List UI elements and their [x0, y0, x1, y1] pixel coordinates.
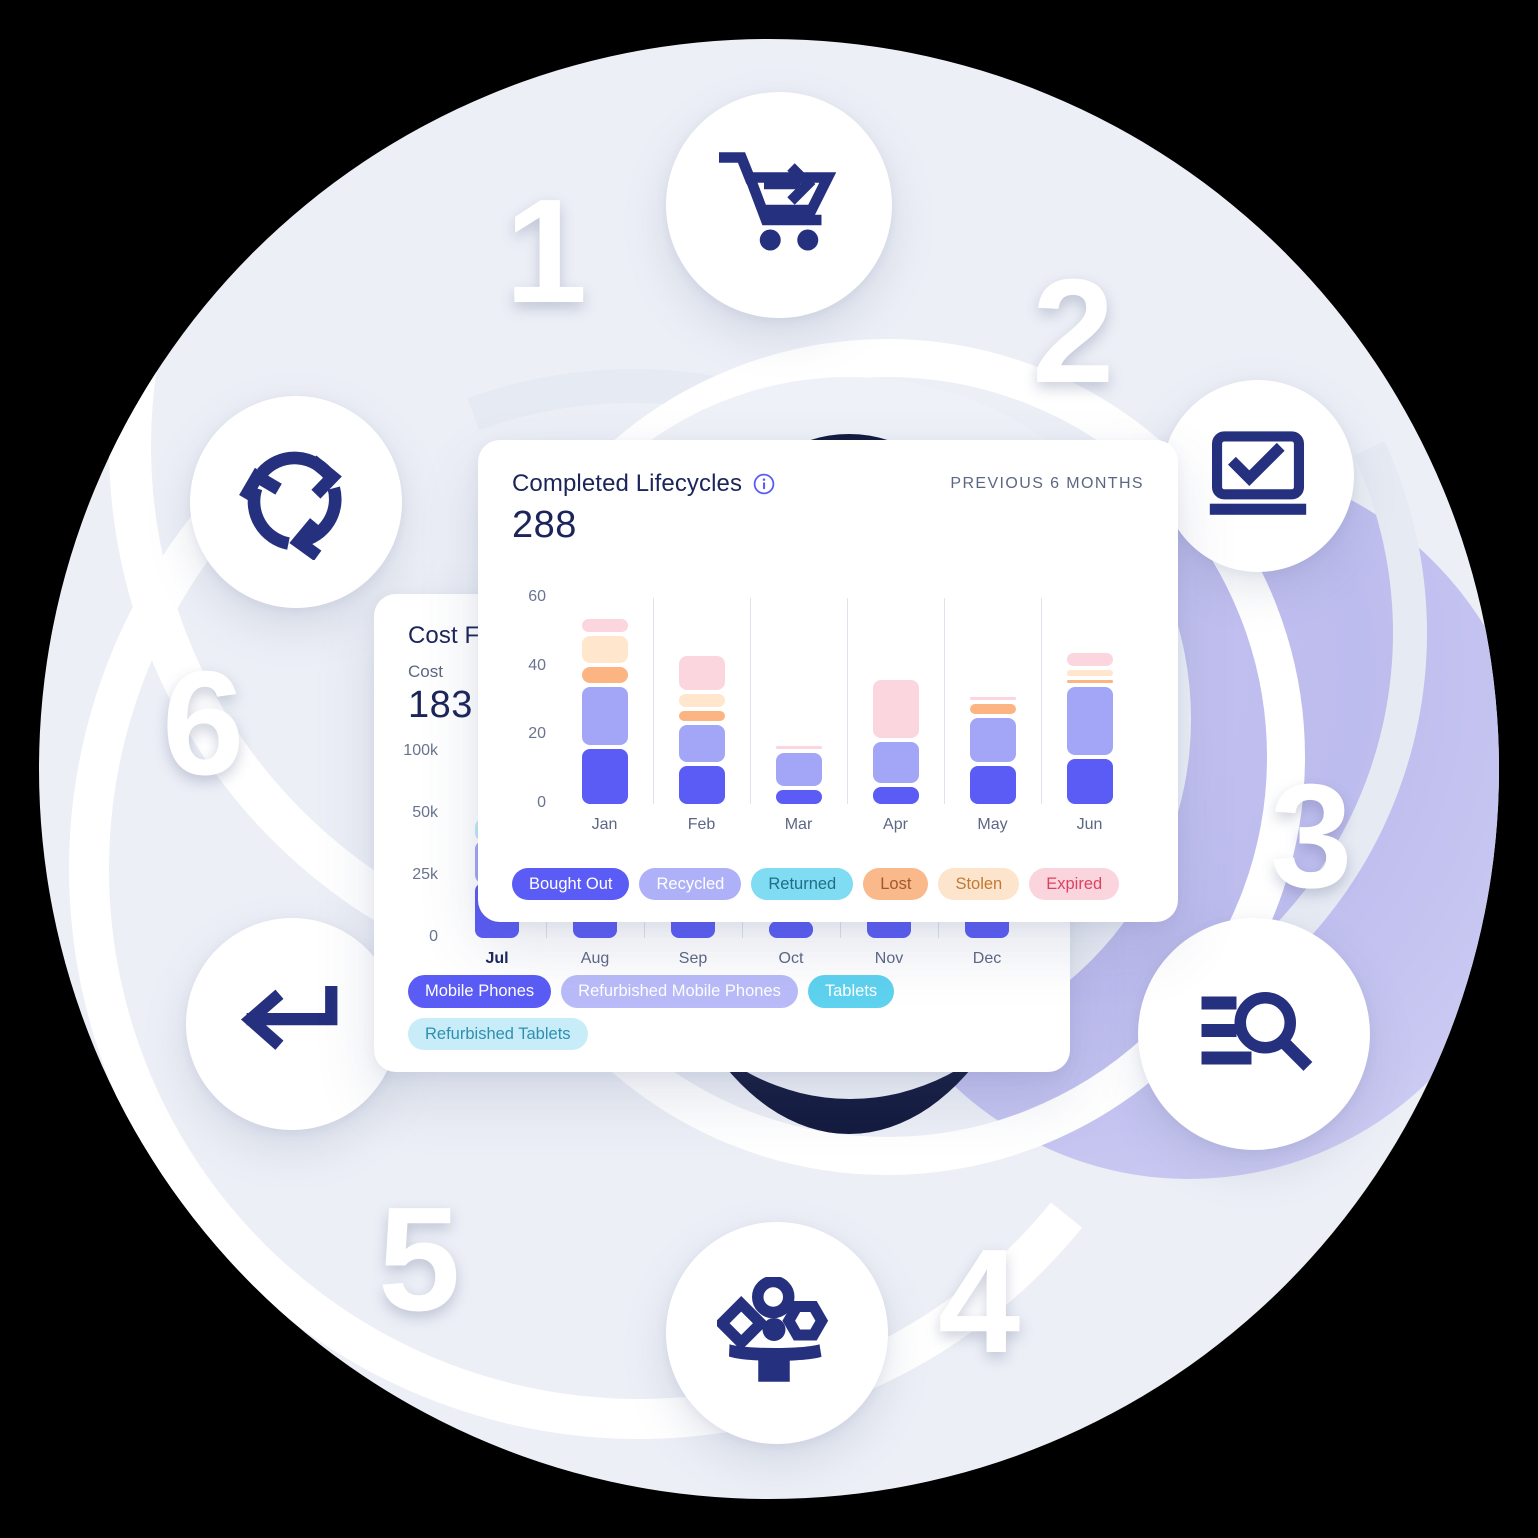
- person-assets-icon: [717, 1277, 837, 1389]
- bar-stack[interactable]: [775, 598, 822, 804]
- bar-segment: [581, 666, 628, 684]
- bar-segment: [1066, 680, 1113, 684]
- legend-pill[interactable]: Bought Out: [512, 867, 630, 900]
- bar-segment: [969, 766, 1016, 804]
- recycle-loop-icon: [238, 444, 354, 560]
- bar-stack[interactable]: [678, 598, 725, 804]
- bar-segment: [1066, 669, 1113, 677]
- list-search-icon-bubble[interactable]: [1138, 918, 1370, 1150]
- illustration-canvas: 1 2 3 4 5 6 Cost Fo Cost 183 2 0 25k 50k…: [0, 0, 1538, 1538]
- bar-segment: [678, 711, 725, 722]
- legend-pill[interactable]: Refurbished Tablets: [408, 1017, 588, 1050]
- bar-segment: [1066, 652, 1113, 666]
- step-number-6: 6: [162, 641, 245, 806]
- cost-forecast-legend: Mobile Phones Refurbished Mobile Phones Ta…: [408, 975, 1070, 1050]
- x-axis-label: Dec: [972, 950, 1002, 967]
- laptop-check-icon-bubble[interactable]: [1162, 380, 1354, 572]
- x-axis-label: Jan: [591, 816, 618, 833]
- bar-segment: [775, 790, 822, 804]
- x-axis-label: Jul: [485, 950, 509, 967]
- legend-pill[interactable]: Returned: [751, 867, 854, 900]
- bar-segment: [872, 680, 919, 739]
- step-number-4: 4: [938, 1219, 1021, 1384]
- step-number-2: 2: [1032, 249, 1115, 414]
- list-search-icon: [1195, 984, 1313, 1084]
- bar-segment: [1066, 759, 1113, 804]
- completed-lifecycles-legend: Bought Out Recycled Returned Lost Stolen Expi…: [512, 867, 1120, 900]
- person-assets-icon-bubble[interactable]: [666, 1222, 888, 1444]
- lifecycles-value: 288: [512, 504, 577, 546]
- bar-segment: [769, 920, 813, 938]
- bar-segment: [872, 786, 919, 804]
- x-axis-label: Sep: [678, 950, 708, 967]
- lifecycles-title: Completed Lifecycles: [512, 470, 743, 497]
- recycle-loop-icon-bubble[interactable]: [190, 396, 402, 608]
- legend-pill[interactable]: Mobile Phones: [408, 975, 552, 1008]
- bar-segment: [969, 718, 1016, 763]
- legend-pill[interactable]: Recycled: [639, 867, 742, 900]
- step-number-3: 3: [1270, 754, 1353, 919]
- x-axis-label: Feb: [687, 816, 716, 833]
- lifecycles-title-row: Completed Lifecycles: [512, 470, 776, 498]
- completed-lifecycles-plot: 0 20 40 60 Jan Feb Mar Apr May Jun: [478, 580, 1178, 850]
- y-axis-tick: 60: [528, 588, 546, 605]
- bar-segment: [678, 656, 725, 691]
- legend-pill[interactable]: Refurbished Mobile Phones: [561, 975, 798, 1008]
- y-axis-tick: 0: [537, 794, 546, 811]
- y-axis-tick: 40: [528, 656, 546, 674]
- legend-pill[interactable]: Lost: [863, 867, 929, 900]
- bar-segment: [872, 742, 919, 783]
- bar-segment: [581, 749, 628, 804]
- y-axis-tick: 0: [429, 928, 438, 945]
- legend-pill[interactable]: Expired: [1029, 867, 1120, 900]
- y-axis-tick: 20: [528, 725, 546, 743]
- bar-segment: [969, 704, 1016, 715]
- grid-line: [847, 598, 848, 804]
- bar-segment: [678, 766, 725, 804]
- y-axis-tick: 50k: [412, 804, 438, 821]
- cart-forward-icon: [719, 150, 839, 260]
- grid-line: [750, 598, 751, 804]
- x-axis-label: May: [977, 816, 1008, 833]
- bar-stack[interactable]: [969, 598, 1016, 804]
- x-axis-label: Nov: [874, 950, 904, 967]
- cart-forward-icon-bubble[interactable]: [666, 92, 892, 318]
- bar-segment: [678, 694, 725, 708]
- legend-pill[interactable]: Stolen: [938, 867, 1020, 900]
- bar-segment: [581, 635, 628, 663]
- legend-pill[interactable]: Tablets: [807, 975, 895, 1008]
- bar-segment: [581, 687, 628, 746]
- lifecycles-period: PREVIOUS 6 MONTHS: [950, 475, 1144, 492]
- step-number-1: 1: [505, 169, 588, 334]
- grid-line: [1041, 598, 1042, 804]
- y-axis-tick: 100k: [403, 742, 438, 759]
- x-axis-label: Mar: [784, 816, 813, 833]
- y-axis-tick: 25k: [412, 866, 438, 883]
- bar-segment: [775, 752, 822, 787]
- completed-lifecycles-card: Completed Lifecycles PREVIOUS 6 MONTHS 2…: [478, 440, 1178, 922]
- bar-segment: [1066, 687, 1113, 756]
- bar-stack[interactable]: [872, 598, 919, 804]
- step-number-5: 5: [378, 1177, 461, 1342]
- bar-segment: [678, 725, 725, 763]
- bar-segment: [581, 618, 628, 632]
- bar-segment: [969, 697, 1016, 701]
- return-arrow-icon-bubble[interactable]: [186, 918, 398, 1130]
- x-axis-label: Aug: [580, 950, 610, 967]
- grid-line: [653, 598, 654, 804]
- x-axis-label: Jun: [1076, 816, 1103, 833]
- bar-stack[interactable]: [1066, 598, 1113, 804]
- laptop-check-icon: [1205, 430, 1311, 522]
- bar-segment: [775, 745, 822, 749]
- x-axis-label: Apr: [883, 816, 908, 833]
- grid-line: [944, 598, 945, 804]
- return-arrow-icon: [238, 986, 346, 1062]
- bar-stack[interactable]: [581, 598, 628, 804]
- x-axis-label: Oct: [778, 950, 804, 967]
- info-circle-icon[interactable]: [752, 472, 776, 496]
